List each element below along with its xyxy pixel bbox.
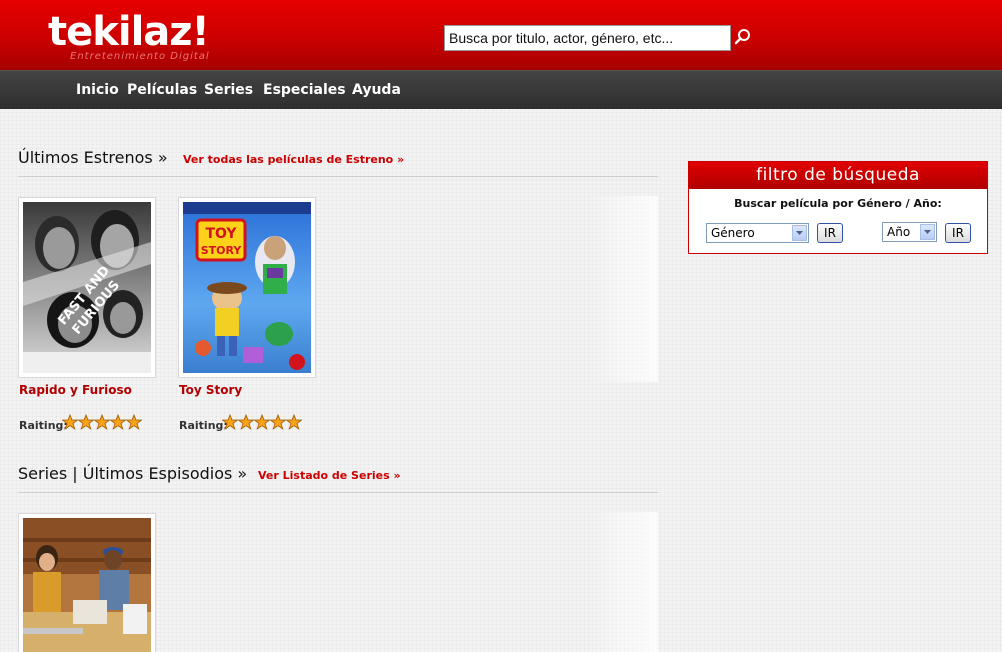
year-select-value: Año (887, 225, 911, 239)
filter-subtitle: Buscar película por Género / Año: (734, 197, 942, 210)
nav-item-especiales[interactable]: Especiales (263, 71, 346, 110)
star-icon (110, 414, 126, 430)
star-icon (270, 414, 286, 430)
search-icon[interactable] (733, 27, 753, 47)
nav-item-peliculas[interactable]: Películas (127, 71, 197, 110)
rating-stars (62, 414, 142, 430)
search-input[interactable] (444, 25, 731, 51)
star-icon (286, 414, 302, 430)
episode-thumbnail[interactable] (23, 518, 151, 652)
series-title: Series | Últimos Espisodios » (18, 464, 248, 483)
nav-item-inicio[interactable]: Inicio (76, 71, 119, 110)
chevron-down-icon[interactable] (920, 224, 935, 240)
nav-item-series[interactable]: Series (204, 71, 253, 110)
rating-label: Raiting: (19, 419, 68, 432)
star-icon (94, 414, 110, 430)
movie-title[interactable]: Rapido y Furioso (19, 383, 132, 397)
episode-card[interactable] (18, 513, 156, 652)
site-tagline: Entretenimiento Digital (70, 51, 210, 62)
nav-item-ayuda[interactable]: Ayuda (352, 71, 401, 110)
rating-label: Raiting: (179, 419, 228, 432)
star-icon (62, 414, 78, 430)
site-header: tekilaz! Entretenimiento Digital (0, 0, 1002, 70)
movie-poster[interactable]: FAST AND FURIOUS (23, 202, 151, 373)
star-icon (254, 414, 270, 430)
estrenos-link[interactable]: Ver todas las películas de Estreno » (183, 153, 404, 166)
search-filter-box: filtro de búsqueda Buscar película por G… (688, 161, 988, 254)
filter-title: filtro de búsqueda (689, 162, 987, 189)
movie-title[interactable]: Toy Story (179, 383, 242, 397)
estrenos-title: Últimos Estrenos » (18, 148, 168, 167)
star-icon (126, 414, 142, 430)
star-icon (238, 414, 254, 430)
genre-go-button[interactable]: IR (817, 223, 843, 243)
series-divider (18, 492, 658, 493)
star-icon (222, 414, 238, 430)
series-link[interactable]: Ver Listado de Series » (258, 469, 401, 482)
series-fade (588, 512, 658, 652)
star-icon (78, 414, 94, 430)
svg-text:STORY: STORY (201, 244, 243, 257)
year-select[interactable]: Año (882, 222, 937, 242)
chevron-down-icon[interactable] (792, 225, 807, 241)
genre-select-value: Género (711, 226, 755, 240)
movie-poster[interactable]: TOY STORY (183, 202, 311, 373)
svg-text:TOY: TOY (205, 226, 237, 242)
estrenos-divider (18, 176, 658, 177)
genre-select[interactable]: Género (706, 223, 809, 243)
main-nav: Inicio Películas Series Especiales Ayuda (0, 70, 1002, 109)
rating-stars (222, 414, 302, 430)
year-go-button[interactable]: IR (945, 223, 971, 243)
site-logo[interactable]: tekilaz! (48, 8, 210, 56)
movie-card-rapido-y-furioso[interactable]: FAST AND FURIOUS (18, 197, 156, 378)
estrenos-fade (588, 196, 658, 382)
movie-card-toy-story[interactable]: TOY STORY (178, 197, 316, 378)
